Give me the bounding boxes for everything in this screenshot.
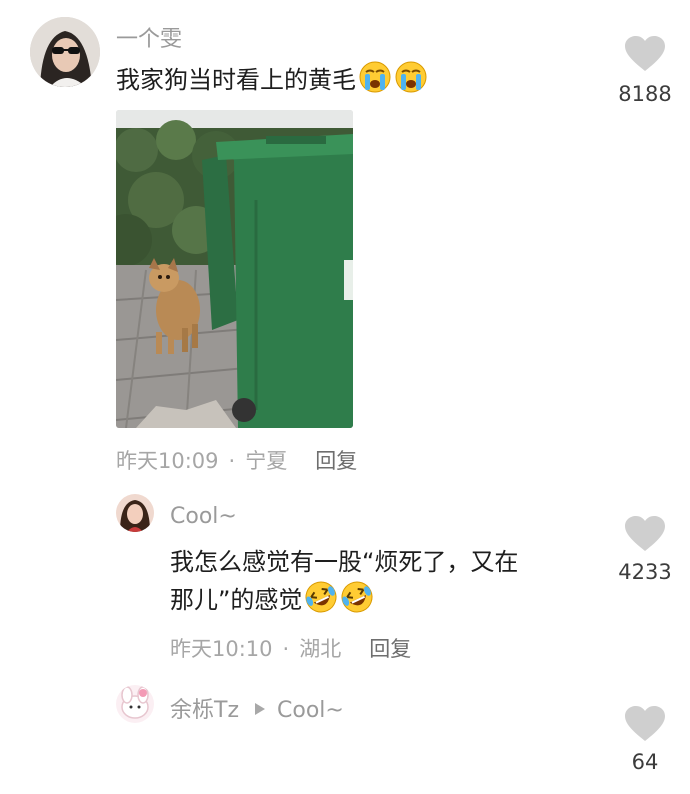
like-button[interactable]: 4233 [610,516,680,584]
dog-by-trash-bin-image [116,110,353,428]
reply-meta: 昨天10:10 · 湖北 回复 [170,633,411,663]
reply-location: 湖北 [299,637,342,661]
heart-icon [610,36,680,72]
reply-time: 昨天10:10 [170,637,273,661]
like-count: 4233 [618,560,672,584]
rolling-laughing-face-icon [304,580,338,614]
reply-username[interactable]: Cool~ [170,504,237,529]
like-count: 8188 [618,82,672,106]
reply-username[interactable]: 余栎Tz [170,698,239,723]
reply-username-line: 余栎Tz Cool~ [170,692,344,724]
comment-text-body: 我家狗当时看上的黄毛 [116,66,356,94]
reply-text-line-2: 那儿”的感觉 [170,580,518,618]
avatar[interactable] [30,17,100,87]
reply-text: 我怎么感觉有一股“烦死了，又在 那儿”的感觉 [170,544,518,618]
reply-to-username[interactable]: Cool~ [277,698,344,723]
reply-text-line: 我怎么感觉有一股“烦死了，又在 [170,548,519,576]
reply-button[interactable]: 回复 [315,449,357,473]
like-count: 64 [631,750,659,774]
meta-separator: · [282,637,290,661]
comment-location: 宁夏 [245,449,288,473]
heart-icon [610,706,680,742]
reply-button[interactable]: 回复 [369,637,411,661]
loudly-crying-face-icon [394,60,428,94]
loudly-crying-face-icon [358,60,392,94]
like-button[interactable]: 64 [610,706,680,774]
comment-photo[interactable] [116,110,353,428]
avatar[interactable] [116,494,154,532]
like-button[interactable]: 8188 [610,36,680,106]
meta-separator: · [228,449,236,473]
avatar[interactable] [116,685,154,723]
comment-text: 我家狗当时看上的黄毛 [116,60,428,98]
heart-icon [610,516,680,552]
triangle-right-icon [254,697,266,722]
comment-username[interactable]: 一个雯 [116,21,182,53]
rolling-laughing-face-icon [340,580,374,614]
comment-time: 昨天10:09 [116,449,219,473]
comment-meta: 昨天10:09 · 宁夏 回复 [116,445,357,475]
reply-text-body: 那儿”的感觉 [170,586,303,614]
